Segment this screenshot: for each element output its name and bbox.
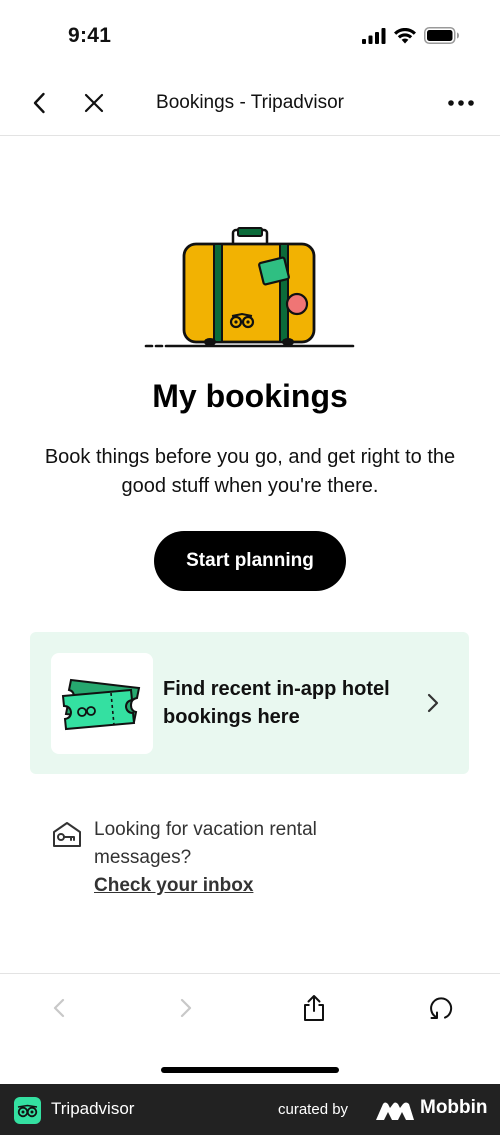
footer-curated-by: curated by	[278, 1101, 349, 1118]
browser-toolbar	[0, 973, 500, 1045]
more-icon	[448, 100, 474, 106]
browser-forward-icon	[180, 998, 192, 1018]
refresh-icon	[430, 997, 453, 1019]
signal-icon	[362, 27, 386, 44]
vacation-rental-text: Looking for vacation rental messages?	[94, 819, 317, 868]
empty-state-heading: My bookings	[152, 378, 348, 414]
chevron-right-icon	[427, 693, 439, 713]
empty-state-description: Book things before you go, and get right…	[44, 446, 456, 497]
check-inbox-link[interactable]: Check your inbox	[94, 875, 253, 897]
browser-back-button[interactable]	[43, 992, 75, 1024]
start-planning-button[interactable]: Start planning	[154, 531, 346, 591]
home-indicator	[161, 1067, 339, 1073]
mobbin-logo-icon	[376, 1102, 414, 1120]
wifi-icon	[394, 27, 416, 43]
browser-forward-button[interactable]	[170, 992, 202, 1024]
hotel-bookings-card[interactable]: Find recent in-app hotel bookings here	[30, 632, 469, 774]
status-icons	[362, 27, 460, 44]
battery-icon	[424, 27, 459, 44]
hotel-card-text: Find recent in-app hotel bookings here	[163, 678, 390, 728]
tripadvisor-owl-icon	[17, 1104, 38, 1117]
ticket-icon	[61, 678, 141, 730]
nav-bar: Bookings - Tripadvisor	[0, 72, 500, 136]
footer-banner: Tripadvisor curated by Mobbin	[0, 1084, 500, 1135]
footer-brand: Tripadvisor	[51, 1099, 135, 1118]
suitcase-illustration	[144, 227, 355, 348]
refresh-button[interactable]	[425, 992, 457, 1024]
tripadvisor-logo	[14, 1097, 41, 1124]
browser-back-icon	[53, 998, 65, 1018]
back-chevron-icon	[33, 92, 45, 114]
hotel-card-chevron	[421, 690, 445, 716]
status-bar: 9:41	[0, 0, 500, 72]
back-button[interactable]	[24, 88, 54, 118]
page-title: Bookings - Tripadvisor	[156, 92, 344, 113]
key-house-icon	[53, 822, 81, 847]
footer-mobbin: Mobbin	[420, 1097, 488, 1118]
ticket-thumbnail	[51, 653, 153, 754]
share-button[interactable]	[298, 992, 330, 1024]
more-options-button[interactable]	[446, 88, 476, 118]
status-time: 9:41	[68, 24, 112, 47]
share-icon	[304, 995, 324, 1021]
